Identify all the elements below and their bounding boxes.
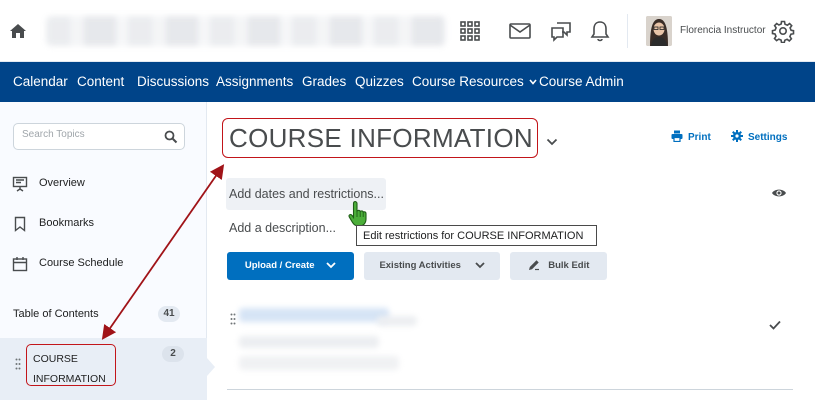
- print-link[interactable]: Print: [671, 130, 711, 143]
- nav-quizzes[interactable]: Quizzes: [355, 74, 404, 89]
- nav-content[interactable]: Content: [77, 74, 124, 89]
- module-count-badge: 2: [162, 346, 184, 362]
- user-name[interactable]: Florencia Instructor: [680, 25, 766, 36]
- eye-icon[interactable]: [771, 187, 787, 199]
- chat-icon[interactable]: [549, 19, 573, 43]
- sidebar-item-label: Overview: [39, 177, 85, 189]
- existing-activities-button[interactable]: Existing Activities: [364, 252, 500, 280]
- mail-icon[interactable]: [508, 19, 532, 43]
- nav-grades[interactable]: Grades: [302, 74, 346, 89]
- nav-course-admin[interactable]: Course Admin: [539, 74, 624, 89]
- blurred-topic-title: [239, 308, 389, 322]
- chevron-down-icon: [326, 262, 336, 269]
- upload-create-button[interactable]: Upload / Create: [227, 252, 354, 280]
- nav-calendar[interactable]: Calendar: [13, 74, 68, 89]
- settings-link[interactable]: Settings: [731, 130, 787, 143]
- course-title-blurred: [46, 16, 446, 46]
- nav-discussions[interactable]: Discussions: [137, 74, 209, 89]
- print-label: Print: [688, 132, 711, 143]
- blurred-topic-detail: [239, 356, 399, 370]
- table-of-contents-sidebar: Overview Bookmarks Course Schedule Table…: [0, 102, 215, 400]
- bookmark-icon: [14, 216, 26, 232]
- nav-assignments[interactable]: Assignments: [216, 74, 293, 89]
- existing-activities-label: Existing Activities: [379, 260, 461, 271]
- nav-course-resources[interactable]: Course Resources: [412, 74, 537, 89]
- blurred-topic-detail: [239, 336, 379, 348]
- checkmark-icon: [769, 320, 781, 330]
- toc-count-badge: 41: [158, 306, 180, 322]
- course-navbar: Calendar Content Discussions Assignments…: [0, 62, 815, 102]
- add-dates-restrictions-label: Add dates and restrictions...: [229, 187, 384, 201]
- bulk-edit-button[interactable]: Bulk Edit: [510, 252, 607, 280]
- tooltip-edit-restrictions: Edit restrictions for COURSE INFORMATION: [356, 225, 597, 246]
- topbar-divider: [627, 14, 628, 48]
- settings-label: Settings: [748, 132, 788, 143]
- top-bar: Florencia Instructor: [0, 0, 815, 62]
- waffle-icon[interactable]: [458, 19, 482, 43]
- search-topics-input[interactable]: [22, 129, 152, 140]
- table-of-contents-label[interactable]: Table of Contents: [13, 308, 99, 320]
- module-item-course-information[interactable]: COURSE INFORMATION 2: [0, 338, 215, 400]
- gear-icon[interactable]: [771, 19, 795, 43]
- gear-icon: [731, 130, 743, 142]
- nav-course-resources-label: Course Resources: [412, 74, 524, 89]
- printer-icon: [671, 130, 683, 143]
- search-topics-box[interactable]: [13, 123, 185, 150]
- content-topic-blurred[interactable]: [227, 300, 793, 390]
- calendar-icon: [12, 257, 28, 272]
- chevron-down-icon[interactable]: [546, 138, 558, 146]
- chevron-down-icon: [474, 262, 485, 269]
- search-icon[interactable]: [164, 130, 178, 144]
- module-label: COURSE INFORMATION: [26, 344, 116, 386]
- sidebar-item-label: Bookmarks: [39, 217, 95, 229]
- add-description-link[interactable]: Add a description...: [229, 221, 336, 235]
- page-title[interactable]: COURSE INFORMATION: [229, 123, 533, 154]
- upload-create-label: Upload / Create: [244, 260, 315, 271]
- selected-indicator: [207, 358, 215, 376]
- home-icon[interactable]: [10, 24, 26, 38]
- bulk-edit-label: Bulk Edit: [548, 260, 590, 271]
- bell-icon[interactable]: [588, 19, 612, 43]
- hand-cursor-icon: [348, 201, 367, 227]
- drag-handle-icon[interactable]: [15, 358, 21, 370]
- pencil-icon: [528, 260, 539, 271]
- presentation-icon: [12, 176, 28, 192]
- chevron-down-icon: [529, 79, 537, 86]
- sidebar-item-label: Course Schedule: [39, 257, 124, 269]
- avatar[interactable]: [646, 16, 672, 46]
- blurred-topic-meta: [377, 316, 417, 326]
